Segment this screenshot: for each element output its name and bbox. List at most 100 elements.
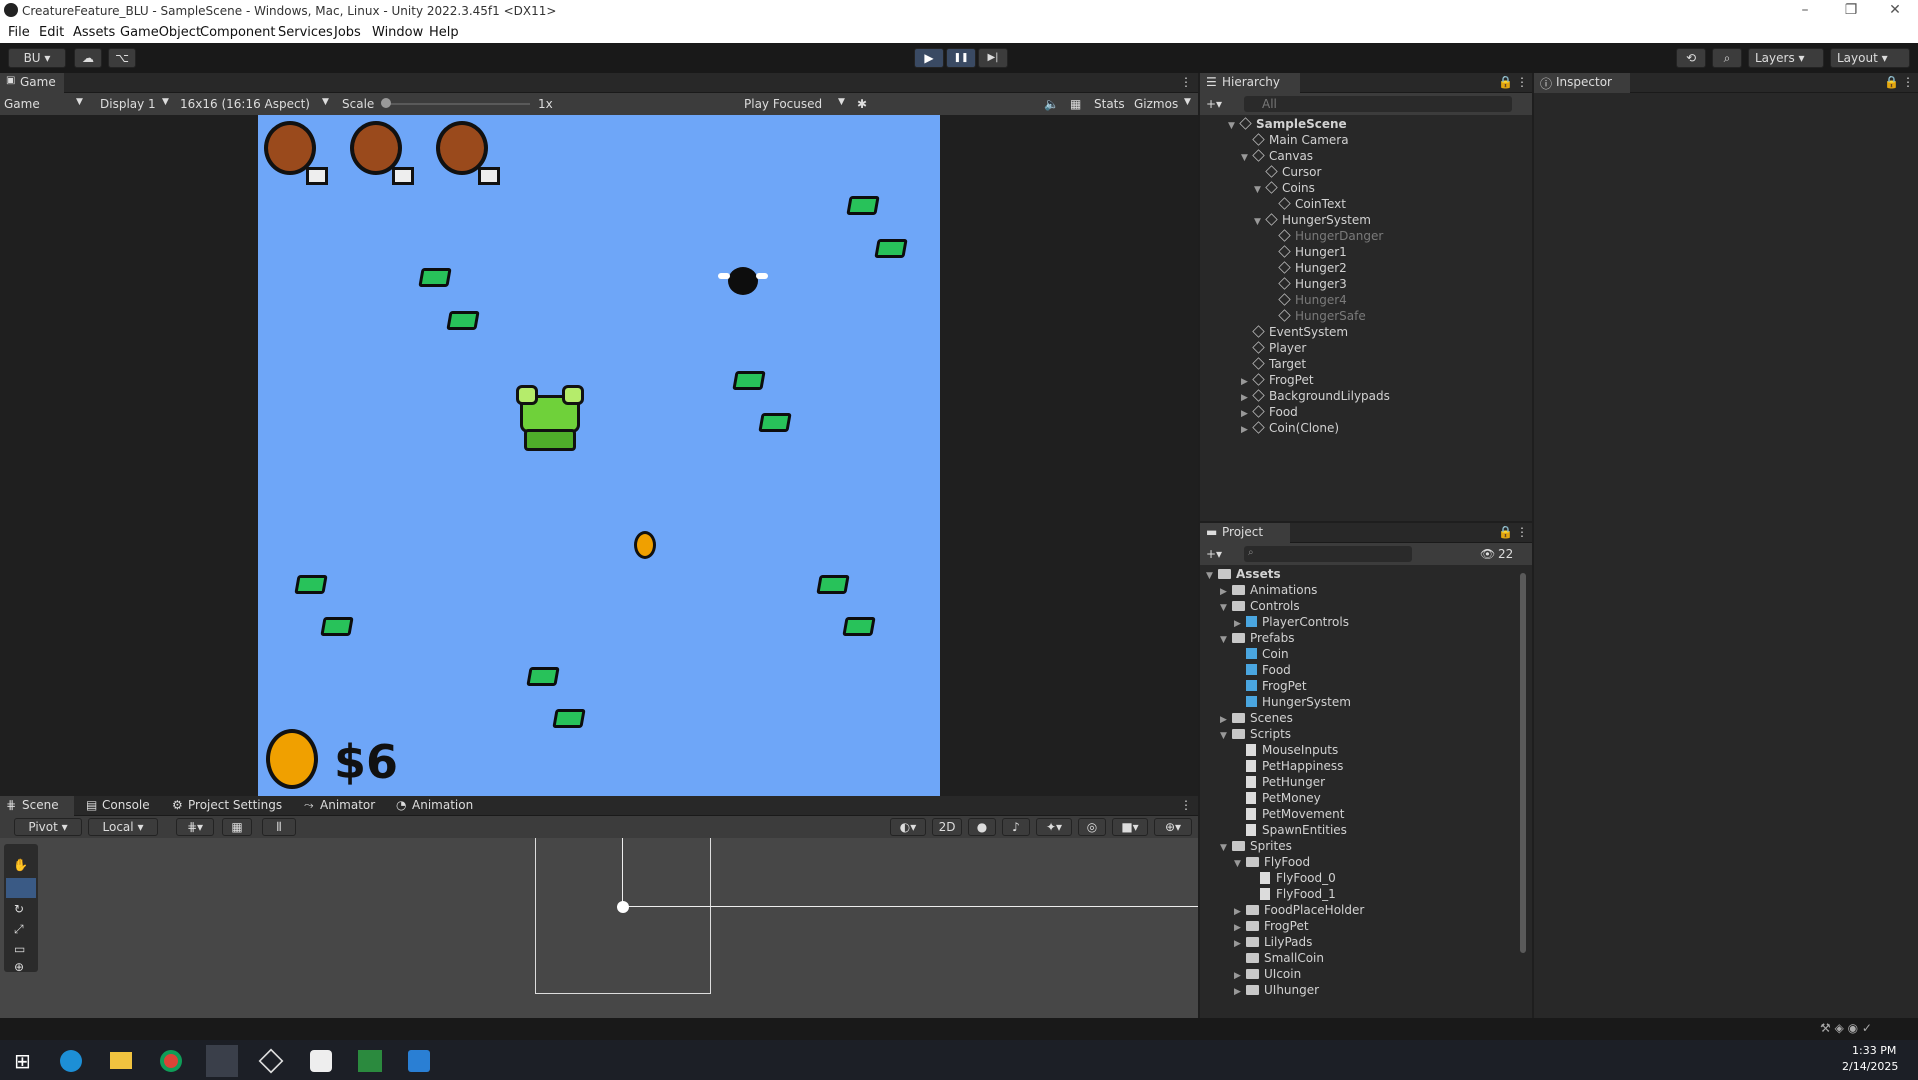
menu-services[interactable]: Services bbox=[278, 25, 333, 40]
version-control-icon[interactable]: ⌥ bbox=[108, 48, 136, 68]
hierarchy-item[interactable]: HungerSafe bbox=[1267, 309, 1366, 325]
project-item[interactable]: Food bbox=[1234, 663, 1291, 679]
tab-animation[interactable]: Animation bbox=[412, 798, 473, 812]
spreadsheet-icon[interactable] bbox=[358, 1050, 382, 1072]
menu-component[interactable]: Component bbox=[200, 25, 275, 40]
menu-assets[interactable]: Assets bbox=[73, 25, 115, 40]
scale-tool-icon[interactable]: ⤢ bbox=[14, 922, 24, 937]
tab-project-settings[interactable]: Project Settings bbox=[188, 798, 282, 812]
hierarchy-item[interactable]: ▶ FrogPet bbox=[1241, 373, 1314, 389]
hierarchy-item[interactable]: Main Camera bbox=[1241, 133, 1349, 149]
play-focused-dropdown[interactable]: Play Focused bbox=[744, 97, 822, 111]
project-item[interactable]: FlyFood_1 bbox=[1248, 887, 1336, 903]
maximize-button[interactable]: ❐ bbox=[1828, 0, 1874, 22]
expand-arrow-icon[interactable]: ▶ bbox=[1234, 987, 1246, 997]
project-item[interactable]: PetHappiness bbox=[1234, 759, 1343, 775]
add-button[interactable]: +▾ bbox=[1206, 547, 1222, 561]
panel-menu-icon[interactable]: ⋮ bbox=[1516, 75, 1528, 89]
project-scrollbar[interactable] bbox=[1520, 573, 1526, 953]
expand-arrow-icon[interactable]: ▼ bbox=[1254, 217, 1266, 227]
unity-hub-active-icon[interactable] bbox=[206, 1045, 238, 1077]
grid-icon[interactable]: ▦ bbox=[1070, 97, 1081, 111]
local-dropdown[interactable]: Local ▾ bbox=[88, 818, 158, 836]
expand-arrow-icon[interactable]: ▼ bbox=[1254, 185, 1266, 195]
project-item[interactable]: ▼ Sprites bbox=[1220, 839, 1292, 855]
project-item[interactable]: FlyFood_0 bbox=[1248, 871, 1336, 887]
project-item[interactable]: ▶ UIcoin bbox=[1234, 967, 1301, 983]
transform-tool-icon[interactable]: ⊕ bbox=[14, 960, 24, 974]
expand-arrow-icon[interactable]: ▶ bbox=[1241, 409, 1253, 419]
menu-jobs[interactable]: Jobs bbox=[334, 25, 361, 40]
expand-arrow-icon[interactable]: ▼ bbox=[1220, 635, 1232, 645]
search-icon[interactable]: ⌕ bbox=[1712, 48, 1742, 68]
tab-inspector[interactable]: ⓘ Inspector bbox=[1534, 73, 1630, 93]
menu-window[interactable]: Window bbox=[372, 25, 423, 40]
display-dropdown[interactable]: Display 1 bbox=[100, 97, 156, 111]
snap-icon[interactable]: ⋕▾ bbox=[176, 818, 214, 836]
hierarchy-item[interactable]: Hunger4 bbox=[1267, 293, 1347, 309]
eye-icon[interactable]: 👁 bbox=[1480, 547, 1495, 561]
project-item[interactable]: PetMoney bbox=[1234, 791, 1321, 807]
project-item[interactable]: PetHunger bbox=[1234, 775, 1325, 791]
scale-slider-handle[interactable] bbox=[381, 98, 391, 108]
hierarchy-item[interactable]: Hunger3 bbox=[1267, 277, 1347, 293]
hierarchy-item[interactable]: EventSystem bbox=[1241, 325, 1348, 341]
tab-animator[interactable]: Animator bbox=[320, 798, 375, 812]
mute-audio-icon[interactable]: 🔈 bbox=[1044, 97, 1059, 111]
project-item[interactable]: ▶ PlayerControls bbox=[1234, 615, 1349, 631]
expand-arrow-icon[interactable]: ▼ bbox=[1241, 153, 1253, 163]
scene-view[interactable]: ✋ ↻ ⤢ ▭ ⊕ bbox=[0, 838, 1198, 1018]
gizmos-button[interactable]: Gizmos bbox=[1134, 97, 1178, 111]
project-item[interactable]: ▶ UIhunger bbox=[1234, 983, 1319, 999]
project-item[interactable]: ▶ Animations bbox=[1220, 583, 1317, 599]
hierarchy-item[interactable]: ▶ BackgroundLilypads bbox=[1241, 389, 1390, 405]
rect-tool-icon[interactable]: ▭ bbox=[14, 942, 25, 956]
aspect-dropdown[interactable]: 16x16 (16:16 Aspect) bbox=[180, 97, 310, 111]
tab-project[interactable]: ▬ Project bbox=[1200, 523, 1290, 543]
project-item[interactable]: SpawnEntities bbox=[1234, 823, 1347, 839]
file-explorer-icon[interactable] bbox=[110, 1052, 132, 1069]
menu-gameobject[interactable]: GameObject bbox=[120, 25, 201, 40]
close-button[interactable]: ✕ bbox=[1872, 0, 1918, 22]
expand-arrow-icon[interactable]: ▼ bbox=[1220, 603, 1232, 613]
lock-icon[interactable]: 🔒 bbox=[1884, 75, 1899, 89]
status-icons[interactable]: ⚒ ◈ ◉ ✓ bbox=[1820, 1021, 1872, 1035]
project-item[interactable]: ▼ FlyFood bbox=[1234, 855, 1310, 871]
expand-arrow-icon[interactable]: ▼ bbox=[1220, 731, 1232, 741]
menu-file[interactable]: File bbox=[8, 25, 30, 40]
tab-scene[interactable]: ⋕ Scene bbox=[0, 796, 74, 816]
panel-menu-icon[interactable]: ⋮ bbox=[1516, 525, 1528, 539]
grid-snap-icon[interactable]: ▦ bbox=[222, 818, 252, 836]
game-canvas[interactable]: $6 bbox=[258, 115, 940, 796]
tab-game[interactable]: Game ▣ bbox=[0, 73, 64, 93]
project-item[interactable]: ▶ LilyPads bbox=[1234, 935, 1312, 951]
expand-arrow-icon[interactable]: ▶ bbox=[1234, 923, 1246, 933]
project-item[interactable]: ▶ FrogPet bbox=[1234, 919, 1309, 935]
expand-arrow-icon[interactable]: ▼ bbox=[1234, 859, 1246, 869]
expand-arrow-icon[interactable]: ▶ bbox=[1234, 619, 1246, 629]
target-point[interactable] bbox=[617, 901, 629, 913]
game-mode-dropdown[interactable]: Game bbox=[4, 97, 40, 111]
add-button[interactable]: +▾ bbox=[1206, 97, 1222, 111]
hierarchy-item[interactable]: Cursor bbox=[1254, 165, 1321, 181]
hierarchy-item[interactable]: ▶ Food bbox=[1241, 405, 1298, 421]
project-item[interactable]: FrogPet bbox=[1234, 679, 1307, 695]
hierarchy-item[interactable]: HungerDanger bbox=[1267, 229, 1383, 245]
edge-icon[interactable] bbox=[60, 1050, 82, 1072]
stats-button[interactable]: Stats bbox=[1094, 97, 1125, 111]
panel-menu-icon[interactable]: ⋮ bbox=[1180, 798, 1192, 812]
hierarchy-item[interactable]: ▼ Coins bbox=[1254, 181, 1315, 197]
hierarchy-item[interactable]: Player bbox=[1241, 341, 1306, 357]
unity-editor-icon[interactable] bbox=[310, 1050, 332, 1072]
hierarchy-item[interactable]: ▼ HungerSystem bbox=[1254, 213, 1371, 229]
camera-icon[interactable]: ■▾ bbox=[1112, 818, 1148, 836]
draw-mode-icon[interactable]: ◐▾ bbox=[890, 818, 926, 836]
hidden-objects-icon[interactable]: ◎ bbox=[1078, 818, 1106, 836]
hierarchy-item[interactable]: ▼ SampleScene bbox=[1228, 117, 1347, 133]
expand-arrow-icon[interactable]: ▶ bbox=[1241, 425, 1253, 435]
cloud-icon[interactable]: ☁ bbox=[74, 48, 102, 68]
taskbar-date[interactable]: 2/14/2025 bbox=[1842, 1060, 1898, 1073]
panel-menu-icon[interactable]: ⋮ bbox=[1902, 75, 1914, 89]
small-coin-sprite[interactable] bbox=[634, 531, 656, 559]
step-button[interactable]: ▶| bbox=[978, 48, 1008, 68]
